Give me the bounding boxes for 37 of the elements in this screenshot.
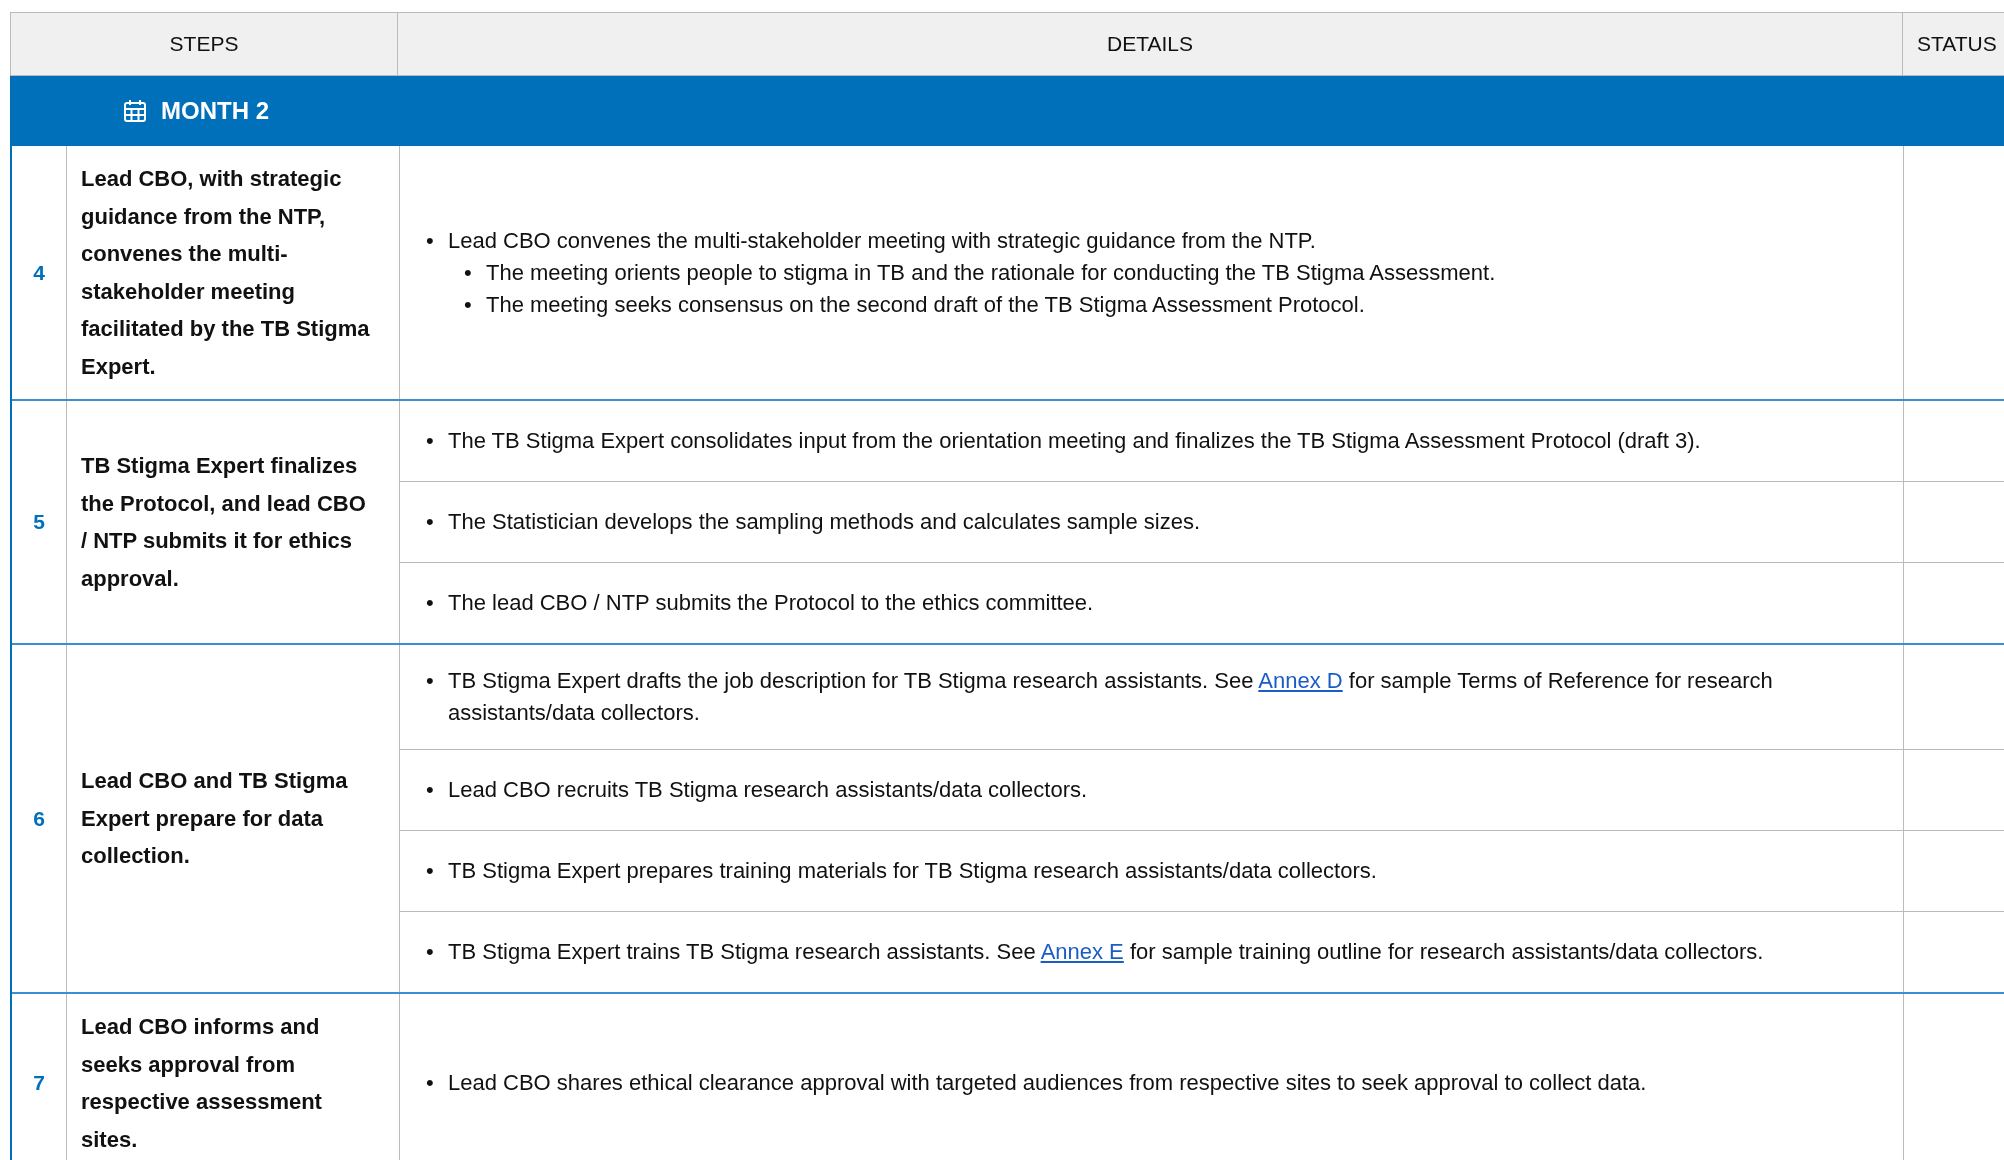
detail-text: Lead CBO shares ethical clearance approval with targeted audiences from respective sites to seek approval to collect data. (448, 1069, 1647, 1097)
detail-text: Lead CBO recruits TB Stigma research assistants/data collectors. (448, 776, 1088, 804)
detail-text: The Statistician develops the sampling methods and calculates sample sizes. (448, 508, 1201, 536)
bullet-icon: • (456, 288, 486, 321)
detail-text: The lead CBO / NTP submits the Protocol to the ethics committee. (448, 589, 1094, 617)
step-text: Lead CBO, with strategic guidance from the NTP, convenes the multi-stakeholder meeting facilitated by the TB Stigma Expert. (81, 165, 371, 381)
annex-link[interactable]: Annex E (1040, 939, 1124, 964)
annex-link[interactable]: Annex D (1258, 668, 1343, 693)
column-header: DETAILS (398, 13, 1903, 75)
bullet-icon: • (418, 855, 448, 887)
bullet-icon: • (418, 506, 448, 538)
section-title: MONTH 2 (161, 97, 269, 125)
bullet-icon: • (456, 256, 486, 289)
detail-text: The TB Stigma Expert consolidates input from the orientation meeting and finalizes the TB Stigma Assessment Protocol (draft 3). (448, 427, 1701, 455)
detail-text: Lead CBO convenes the multi-stakeholder meeting with strategic guidance from the NTP. (448, 226, 1316, 255)
bullet-icon: • (418, 1067, 448, 1099)
detail-text: TB Stigma Expert drafts the job description for TB Stigma research assistants. See Annex D for sample Terms of Reference for research assistants/data collectors. (448, 667, 1774, 727)
column-header: STEPS (11, 13, 398, 75)
detail-text: The meeting seeks consensus on the second draft of the TB Stigma Assessment Protocol. (486, 290, 1365, 319)
detail-text: TB Stigma Expert trains TB Stigma research assistants. See Annex E for sample training outline for research assistants/data collectors. (448, 938, 1764, 966)
step-text: Lead CBO informs and seeks approval from respective assessment sites. (81, 1013, 323, 1154)
step-number: 4 (33, 260, 45, 285)
bullet-icon: • (418, 587, 448, 619)
step-number: 5 (33, 510, 45, 534)
step-number: 6 (33, 806, 45, 831)
step-text: TB Stigma Expert finalizes the Protocol, and lead CBO / NTP submits it for ethics approval. (81, 452, 367, 593)
calendar-icon (123, 99, 147, 123)
bullet-icon: • (418, 774, 448, 806)
bullet-icon: • (418, 224, 448, 257)
bullet-icon: • (418, 425, 448, 457)
bullet-icon: • (418, 936, 448, 968)
bullet-icon: • (418, 665, 448, 729)
step-number: 7 (33, 1071, 45, 1095)
detail-text: The meeting orients people to stigma in TB and the rationale for conducting the TB Stigma Assessment. (486, 258, 1496, 287)
column-header: STATUS (1916, 31, 1998, 57)
step-text: Lead CBO and TB Stigma Expert prepare for data collection. (81, 767, 349, 871)
detail-text: TB Stigma Expert prepares training materials for TB Stigma research assistants/data collectors. (448, 857, 1377, 885)
